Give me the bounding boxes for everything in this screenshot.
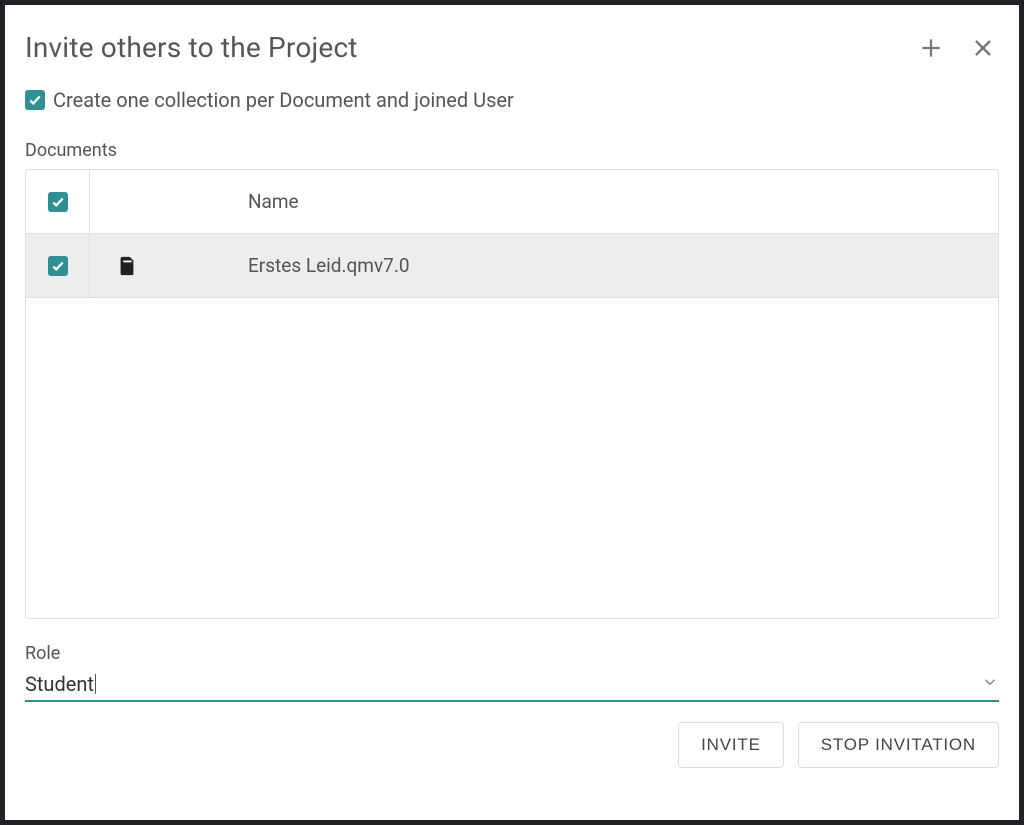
create-collection-checkbox[interactable] bbox=[25, 90, 45, 110]
create-collection-row: Create one collection per Document and j… bbox=[25, 88, 999, 112]
document-name: Erstes Leid.qmv7.0 bbox=[248, 254, 998, 277]
stop-invitation-button[interactable]: STOP INVITATION bbox=[798, 722, 999, 768]
role-select[interactable]: Student bbox=[25, 666, 999, 702]
column-header-name: Name bbox=[248, 190, 998, 213]
document-icon bbox=[90, 255, 248, 277]
table-header-row: Name bbox=[26, 170, 998, 234]
role-section: Role Student bbox=[25, 643, 999, 702]
documents-label: Documents bbox=[25, 140, 999, 161]
role-value: Student bbox=[25, 672, 94, 696]
table-row[interactable]: Erstes Leid.qmv7.0 bbox=[26, 234, 998, 298]
header-actions bbox=[915, 32, 999, 64]
dialog-header: Invite others to the Project bbox=[25, 31, 999, 64]
chevron-down-icon bbox=[981, 673, 999, 695]
select-all-cell bbox=[26, 170, 90, 233]
role-label: Role bbox=[25, 643, 999, 664]
documents-table: Name Erstes Leid.qmv7.0 bbox=[25, 169, 999, 619]
table-empty-body bbox=[26, 298, 998, 618]
invite-dialog: Invite others to the Project Create one … bbox=[5, 5, 1019, 820]
add-icon[interactable] bbox=[915, 32, 947, 64]
dialog-footer: INVITE STOP INVITATION bbox=[25, 722, 999, 768]
select-all-checkbox[interactable] bbox=[48, 192, 68, 212]
row-checkbox[interactable] bbox=[48, 256, 68, 276]
close-icon[interactable] bbox=[967, 32, 999, 64]
create-collection-label: Create one collection per Document and j… bbox=[53, 88, 514, 112]
invite-button[interactable]: INVITE bbox=[678, 722, 784, 768]
row-checkbox-cell bbox=[26, 234, 90, 297]
dialog-title: Invite others to the Project bbox=[25, 31, 358, 64]
